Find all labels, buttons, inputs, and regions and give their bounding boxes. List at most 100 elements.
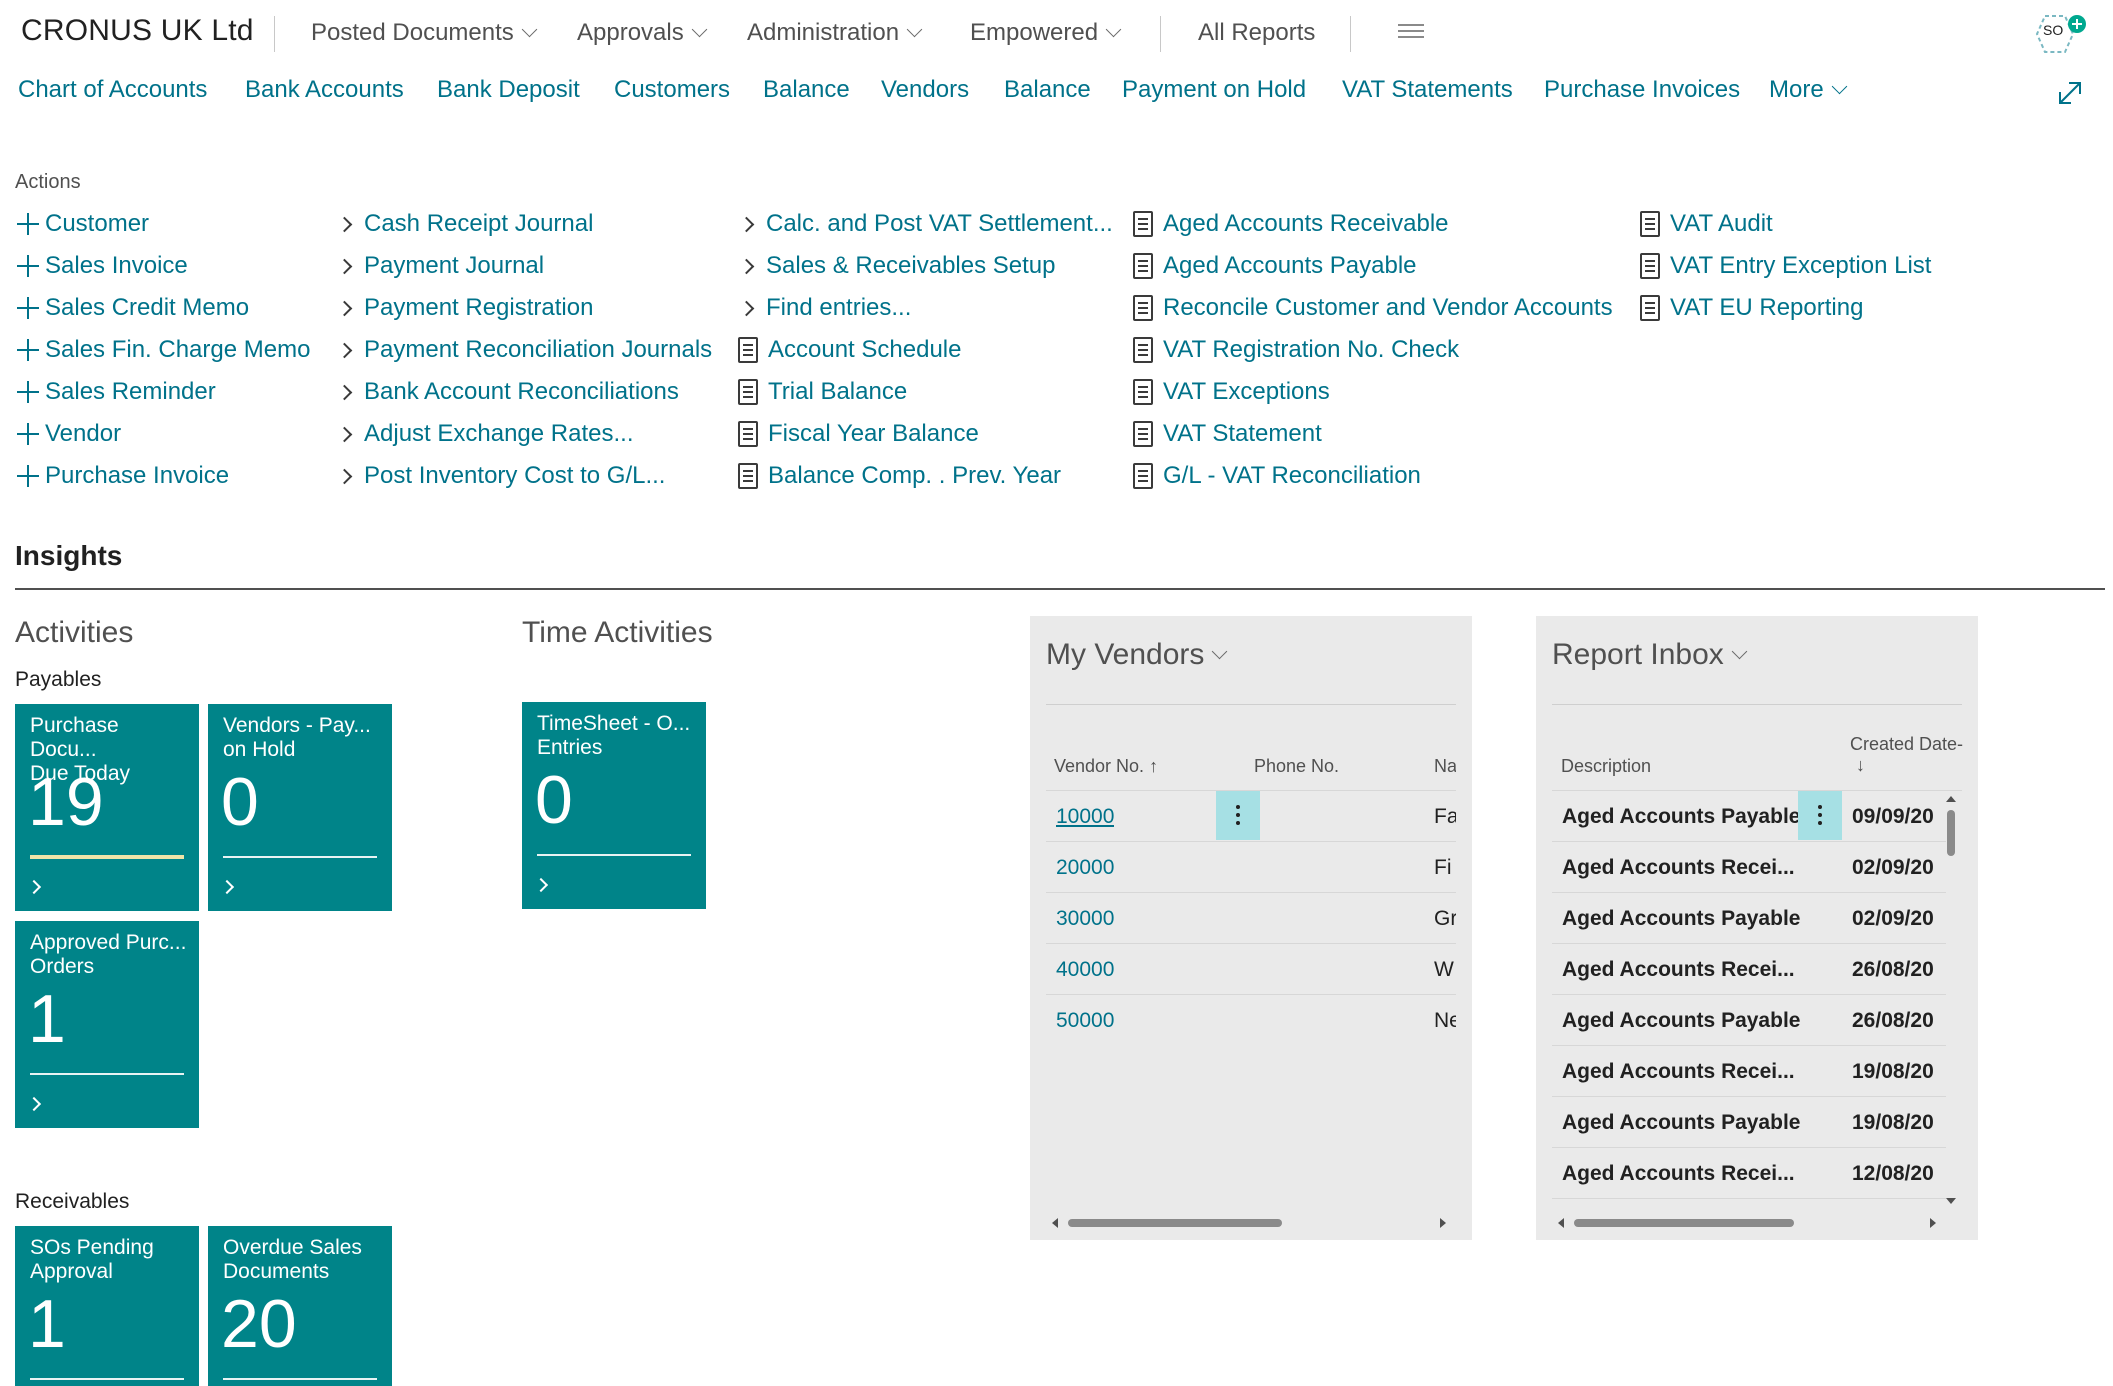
tile-vendors-payment-on-hold[interactable]: Vendors - Pay... on Hold 0 (208, 704, 392, 911)
col-created-date[interactable]: Created Date- ↓ (1850, 734, 1963, 776)
report-description[interactable]: Aged Accounts Recei... (1562, 1060, 1795, 1084)
report-vat-entry-exception-list[interactable]: VAT Entry Exception List (1640, 250, 1931, 282)
menu-approvals[interactable]: Approvals (577, 19, 708, 47)
expand-icon[interactable] (2055, 78, 2085, 108)
table-row[interactable]: Aged Accounts Recei... 26/08/20 (1552, 944, 1946, 995)
table-row[interactable]: Aged Accounts Payable 19/08/20 (1552, 1097, 1946, 1148)
table-row[interactable]: Aged Accounts Payable 02/09/20 (1552, 893, 1946, 944)
action-payment-reconciliation-journals[interactable]: Payment Reconciliation Journals (336, 334, 712, 366)
tile-timesheet-open-entries[interactable]: TimeSheet - O... Entries 0 (522, 702, 706, 909)
report-description[interactable]: Aged Accounts Payable (1562, 1009, 1800, 1033)
report-description[interactable]: Aged Accounts Payable (1562, 907, 1800, 931)
report-description[interactable]: Aged Accounts Recei... (1562, 958, 1795, 982)
col-vendor-no[interactable]: Vendor No. ↑ (1054, 756, 1158, 777)
nav-customers[interactable]: Customers (614, 76, 730, 104)
col-phone-no[interactable]: Phone No. (1254, 756, 1339, 777)
action-new-vendor[interactable]: Vendor (15, 418, 121, 450)
tile-purchase-docs-due-today[interactable]: Purchase Docu... Due Today 19 (15, 704, 199, 911)
report-balance-comp-prev-year[interactable]: Balance Comp. . Prev. Year (738, 460, 1061, 492)
scroll-down-icon[interactable] (1946, 1198, 1956, 1204)
scroll-right-icon[interactable] (1440, 1218, 1446, 1228)
report-gl-vat-reconciliation[interactable]: G/L - VAT Reconciliation (1133, 460, 1421, 492)
scroll-right-icon[interactable] (1930, 1218, 1936, 1228)
horizontal-scrollbar[interactable] (1574, 1219, 1794, 1227)
table-row[interactable]: 30000 Gr (1046, 893, 1456, 944)
report-inbox-title[interactable]: Report Inbox (1552, 638, 1748, 672)
table-row[interactable]: Aged Accounts Payable 09/09/20 (1552, 791, 1946, 842)
nav-balance[interactable]: Balance (763, 76, 850, 104)
action-new-sales-fin-charge-memo[interactable]: Sales Fin. Charge Memo (15, 334, 310, 366)
nav-more[interactable]: More (1769, 76, 1847, 104)
report-description[interactable]: Aged Accounts Recei... (1562, 1162, 1795, 1186)
row-menu-icon[interactable] (1216, 791, 1260, 840)
row-menu-icon[interactable] (1798, 791, 1842, 840)
action-adjust-exchange-rates[interactable]: Adjust Exchange Rates... (336, 418, 633, 450)
menu-empowered[interactable]: Empowered (970, 19, 1122, 47)
table-row[interactable]: Aged Accounts Recei... 19/08/20 (1552, 1046, 1946, 1097)
nav-purchase-invoices[interactable]: Purchase Invoices (1544, 76, 1740, 104)
report-reconcile-customer-vendor[interactable]: Reconcile Customer and Vendor Accounts (1133, 292, 1613, 324)
table-row[interactable]: Aged Accounts Payable 26/08/20 (1552, 995, 1946, 1046)
action-bank-account-reconciliations[interactable]: Bank Account Reconciliations (336, 376, 679, 408)
col-name[interactable]: Na (1434, 756, 1456, 777)
nav-bank-accounts[interactable]: Bank Accounts (245, 76, 404, 104)
tile-approved-purchase-orders[interactable]: Approved Purc... Orders 1 (15, 921, 199, 1128)
action-payment-registration[interactable]: Payment Registration (336, 292, 593, 324)
horizontal-scrollbar[interactable] (1068, 1219, 1282, 1227)
report-aged-accounts-payable[interactable]: Aged Accounts Payable (1133, 250, 1417, 282)
scroll-left-icon[interactable] (1052, 1218, 1058, 1228)
menu-administration[interactable]: Administration (747, 19, 923, 47)
action-calc-post-vat-settlement[interactable]: Calc. and Post VAT Settlement... (738, 208, 1113, 240)
report-description[interactable]: Aged Accounts Recei... (1562, 856, 1795, 880)
nav-balance-vendors[interactable]: Balance (1004, 76, 1091, 104)
report-fiscal-year-balance[interactable]: Fiscal Year Balance (738, 418, 979, 450)
hamburger-icon[interactable] (1398, 24, 1424, 42)
vendor-no[interactable]: 10000 (1056, 805, 1114, 829)
vendor-no[interactable]: 40000 (1056, 958, 1114, 982)
table-row[interactable]: Aged Accounts Recei... 12/08/20 (1552, 1148, 1946, 1199)
action-new-sales-invoice[interactable]: Sales Invoice (15, 250, 188, 282)
action-new-sales-credit-memo[interactable]: Sales Credit Memo (15, 292, 249, 324)
action-cash-receipt-journal[interactable]: Cash Receipt Journal (336, 208, 593, 240)
report-aged-accounts-receivable[interactable]: Aged Accounts Receivable (1133, 208, 1449, 240)
action-find-entries[interactable]: Find entries... (738, 292, 911, 324)
scroll-left-icon[interactable] (1558, 1218, 1564, 1228)
action-new-customer[interactable]: Customer (15, 208, 149, 240)
report-vat-audit[interactable]: VAT Audit (1640, 208, 1773, 240)
vertical-scrollbar[interactable] (1947, 810, 1955, 856)
report-description[interactable]: Aged Accounts Payable (1562, 1111, 1800, 1135)
report-trial-balance[interactable]: Trial Balance (738, 376, 907, 408)
company-name[interactable]: CRONUS UK Ltd (21, 14, 254, 48)
action-new-purchase-invoice[interactable]: Purchase Invoice (15, 460, 229, 492)
table-row[interactable]: Aged Accounts Recei... 02/09/20 (1552, 842, 1946, 893)
all-reports-link[interactable]: All Reports (1198, 19, 1315, 47)
menu-posted-documents[interactable]: Posted Documents (311, 19, 538, 47)
tile-sos-pending-approval[interactable]: SOs Pending Approval 1 (15, 1226, 199, 1386)
action-post-inventory-cost[interactable]: Post Inventory Cost to G/L... (336, 460, 665, 492)
report-account-schedule[interactable]: Account Schedule (738, 334, 961, 366)
table-row[interactable]: 20000 Fi (1046, 842, 1456, 893)
nav-chart-of-accounts[interactable]: Chart of Accounts (18, 76, 207, 104)
user-avatar[interactable]: SO (2033, 12, 2086, 53)
nav-bank-deposit[interactable]: Bank Deposit (437, 76, 580, 104)
action-payment-journal[interactable]: Payment Journal (336, 250, 544, 282)
tile-overdue-sales-documents[interactable]: Overdue Sales Documents 20 (208, 1226, 392, 1386)
table-row[interactable]: 50000 Ne (1046, 995, 1456, 1046)
scroll-up-icon[interactable] (1946, 796, 1956, 802)
report-vat-statement[interactable]: VAT Statement (1133, 418, 1322, 450)
table-row[interactable]: 10000 Fa (1046, 791, 1456, 842)
report-description[interactable]: Aged Accounts Payable (1562, 805, 1800, 829)
col-description[interactable]: Description (1561, 756, 1651, 777)
vendor-no[interactable]: 20000 (1056, 856, 1114, 880)
nav-payment-on-hold[interactable]: Payment on Hold (1122, 76, 1306, 104)
report-vat-exceptions[interactable]: VAT Exceptions (1133, 376, 1330, 408)
report-vat-registration-check[interactable]: VAT Registration No. Check (1133, 334, 1459, 366)
action-new-sales-reminder[interactable]: Sales Reminder (15, 376, 216, 408)
my-vendors-title[interactable]: My Vendors (1046, 638, 1228, 672)
table-row[interactable]: 40000 W (1046, 944, 1456, 995)
nav-vat-statements[interactable]: VAT Statements (1342, 76, 1513, 104)
nav-vendors[interactable]: Vendors (881, 76, 969, 104)
report-vat-eu-reporting[interactable]: VAT EU Reporting (1640, 292, 1863, 324)
vendor-no[interactable]: 50000 (1056, 1009, 1114, 1033)
action-sales-receivables-setup[interactable]: Sales & Receivables Setup (738, 250, 1056, 282)
